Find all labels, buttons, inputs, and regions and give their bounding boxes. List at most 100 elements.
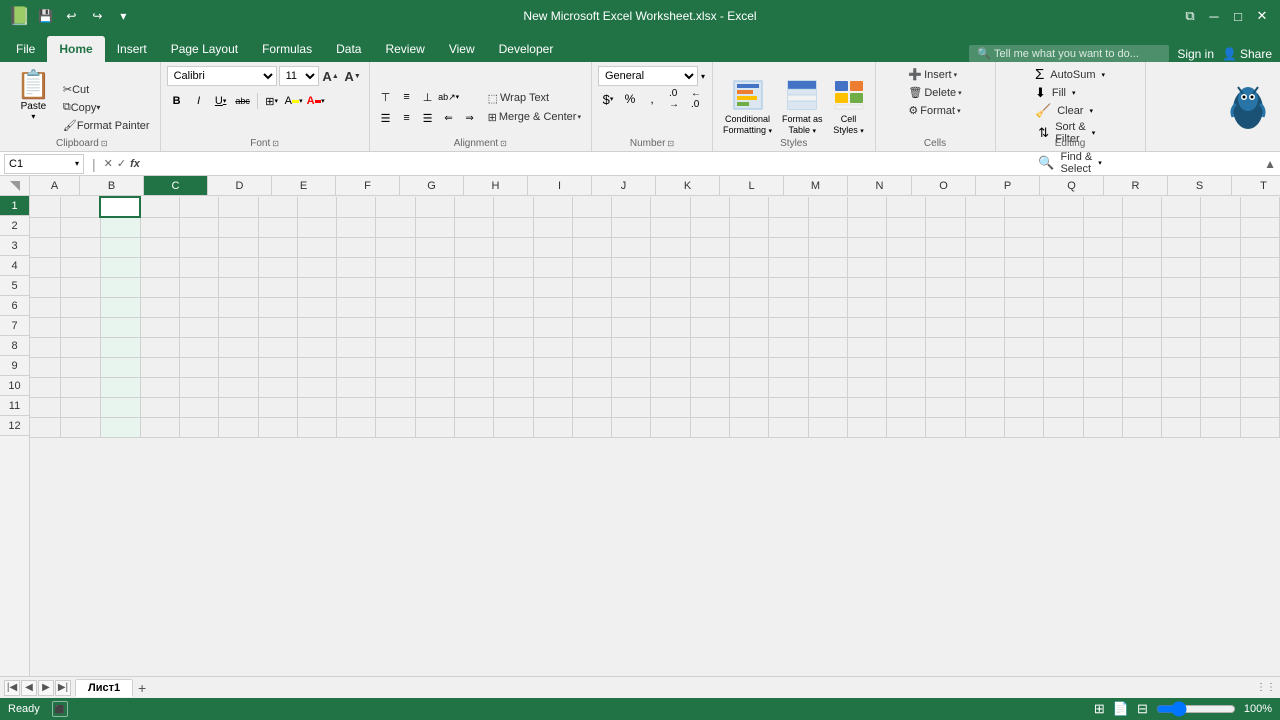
cell-Z9[interactable] <box>1004 357 1043 377</box>
row-number-11[interactable]: 11 <box>0 396 29 416</box>
cell-AC1[interactable] <box>1122 197 1161 217</box>
cell-I3[interactable] <box>337 237 376 257</box>
cell-N7[interactable] <box>533 317 572 337</box>
cell-N1[interactable] <box>533 197 572 217</box>
cell-R12[interactable] <box>690 417 729 437</box>
cell-F7[interactable] <box>219 317 258 337</box>
tab-developer[interactable]: Developer <box>487 36 566 62</box>
format-painter-btn[interactable]: 🖌 Format Painter <box>59 117 154 134</box>
cell-R1[interactable] <box>690 197 729 217</box>
row-number-9[interactable]: 9 <box>0 356 29 376</box>
cell-Q5[interactable] <box>651 277 690 297</box>
cell-O1[interactable] <box>572 197 611 217</box>
fill-btn[interactable]: Fill <box>1048 85 1070 101</box>
cell-B7[interactable] <box>61 317 100 337</box>
cell-C11[interactable] <box>100 397 140 417</box>
cell-R8[interactable] <box>690 337 729 357</box>
cell-M12[interactable] <box>494 417 533 437</box>
cell-X4[interactable] <box>926 257 965 277</box>
cut-btn[interactable]: ✂ Cut <box>59 81 154 98</box>
cell-AA11[interactable] <box>1044 397 1083 417</box>
col-header-F[interactable]: F <box>336 176 400 195</box>
cell-AC7[interactable] <box>1122 317 1161 337</box>
cell-I5[interactable] <box>337 277 376 297</box>
row-number-5[interactable]: 5 <box>0 276 29 296</box>
grid-scroll[interactable] <box>30 196 1280 676</box>
cell-V10[interactable] <box>847 377 886 397</box>
sign-in-btn[interactable]: Sign in <box>1177 47 1214 61</box>
cell-V11[interactable] <box>847 397 886 417</box>
cell-F10[interactable] <box>219 377 258 397</box>
cell-AF7[interactable] <box>1240 317 1279 337</box>
font-color-btn[interactable]: A ▾ <box>306 91 326 111</box>
name-box-arrow[interactable]: ▾ <box>75 159 79 168</box>
cell-E6[interactable] <box>180 297 219 317</box>
cell-W5[interactable] <box>887 277 926 297</box>
cell-Z3[interactable] <box>1004 237 1043 257</box>
cell-L10[interactable] <box>455 377 494 397</box>
cell-V12[interactable] <box>847 417 886 437</box>
cell-P4[interactable] <box>612 257 651 277</box>
cell-M3[interactable] <box>494 237 533 257</box>
cell-AA9[interactable] <box>1044 357 1083 377</box>
cell-O10[interactable] <box>572 377 611 397</box>
cell-T8[interactable] <box>769 337 808 357</box>
cell-G3[interactable] <box>258 237 297 257</box>
sheet-view-break-btn[interactable]: ⊟ <box>1137 701 1148 717</box>
cell-H2[interactable] <box>297 217 336 237</box>
cell-AE7[interactable] <box>1201 317 1240 337</box>
underline-dropdown[interactable]: ▾ <box>223 97 227 105</box>
cancel-formula-btn[interactable]: ✕ <box>104 157 113 170</box>
cell-J9[interactable] <box>376 357 415 377</box>
increase-decimal-btn[interactable]: .0→ <box>664 89 684 109</box>
cell-O3[interactable] <box>572 237 611 257</box>
cell-E11[interactable] <box>180 397 219 417</box>
cell-I11[interactable] <box>337 397 376 417</box>
cell-A8[interactable] <box>30 337 61 357</box>
cell-U3[interactable] <box>808 237 847 257</box>
tab-insert[interactable]: Insert <box>105 36 159 62</box>
cell-I6[interactable] <box>337 297 376 317</box>
row-number-8[interactable]: 8 <box>0 336 29 356</box>
font-name-select[interactable]: Calibri <box>167 66 277 86</box>
cell-S5[interactable] <box>730 277 769 297</box>
tab-home[interactable]: Home <box>47 36 104 62</box>
cell-K3[interactable] <box>415 237 454 257</box>
cell-AE11[interactable] <box>1201 397 1240 417</box>
cell-S4[interactable] <box>730 257 769 277</box>
cell-Z10[interactable] <box>1004 377 1043 397</box>
cell-P10[interactable] <box>612 377 651 397</box>
cell-Q3[interactable] <box>651 237 690 257</box>
cell-N6[interactable] <box>533 297 572 317</box>
tab-file[interactable]: File <box>4 36 47 62</box>
cell-A1[interactable] <box>30 197 61 217</box>
cell-L1[interactable] <box>455 197 494 217</box>
cell-N8[interactable] <box>533 337 572 357</box>
cell-H12[interactable] <box>297 417 336 437</box>
col-header-P[interactable]: P <box>976 176 1040 195</box>
col-header-I[interactable]: I <box>528 176 592 195</box>
cell-U12[interactable] <box>808 417 847 437</box>
cell-T2[interactable] <box>769 217 808 237</box>
cell-I1[interactable] <box>337 197 376 217</box>
cell-T6[interactable] <box>769 297 808 317</box>
cell-AD11[interactable] <box>1162 397 1201 417</box>
cell-P12[interactable] <box>612 417 651 437</box>
cell-AE3[interactable] <box>1201 237 1240 257</box>
cell-H11[interactable] <box>297 397 336 417</box>
cell-Z4[interactable] <box>1004 257 1043 277</box>
cell-T5[interactable] <box>769 277 808 297</box>
merge-center-btn[interactable]: ⊞ Merge & Center ▾ <box>484 109 585 126</box>
cell-AD3[interactable] <box>1162 237 1201 257</box>
cell-D10[interactable] <box>140 377 179 397</box>
cell-AF8[interactable] <box>1240 337 1279 357</box>
cell-I2[interactable] <box>337 217 376 237</box>
cell-V2[interactable] <box>847 217 886 237</box>
cell-K8[interactable] <box>415 337 454 357</box>
cell-AC4[interactable] <box>1122 257 1161 277</box>
cell-G8[interactable] <box>258 337 297 357</box>
cell-I9[interactable] <box>337 357 376 377</box>
delete-cells-btn[interactable]: 🗑 Delete ▾ <box>904 84 965 101</box>
qat-save[interactable]: 💾 <box>34 5 56 27</box>
cell-AE8[interactable] <box>1201 337 1240 357</box>
